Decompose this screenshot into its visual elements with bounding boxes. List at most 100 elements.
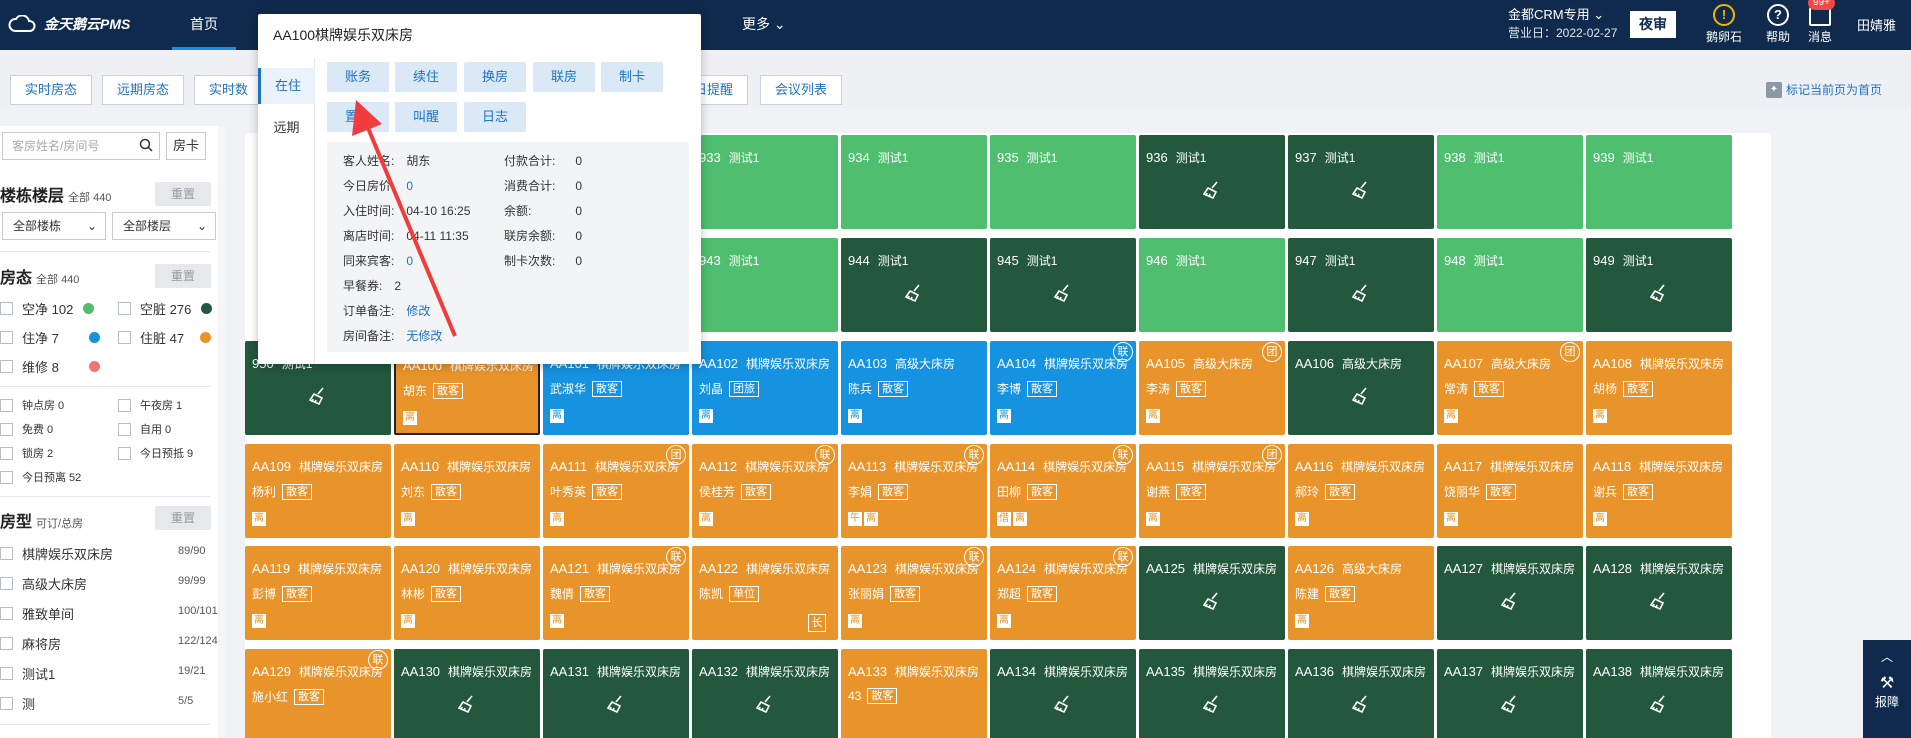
status-vacant-clean[interactable]: 空净 102 — [0, 299, 95, 318]
roomtype-item[interactable]: 测试1 — [0, 664, 55, 683]
checkbox[interactable] — [118, 302, 131, 315]
room-card[interactable]: AA134 棋牌娱乐双床房 — [990, 649, 1136, 738]
brand-logo[interactable]: 金天鹅云PMS — [8, 14, 130, 34]
extend-stay-button[interactable]: 续住 — [395, 62, 457, 92]
room-card[interactable]: AA109 棋牌娱乐双床房 杨利 散客离 — [245, 444, 391, 538]
room-card[interactable]: AA129 棋牌娱乐双床房 施小红 散客 联 — [245, 649, 391, 738]
checkbox[interactable] — [118, 446, 131, 460]
room-remark-edit-link[interactable]: 无修改 — [406, 329, 442, 343]
flag-free[interactable]: 免费 0 — [0, 421, 53, 437]
status-reset-button[interactable]: 重置 — [155, 264, 211, 288]
checkbox[interactable] — [0, 667, 13, 680]
roomtype-item[interactable]: 测 — [0, 694, 35, 713]
checkbox[interactable] — [118, 422, 131, 436]
room-card[interactable]: AA132 棋牌娱乐双床房 — [692, 649, 838, 738]
checkbox[interactable] — [0, 331, 13, 344]
room-card[interactable]: AA114 棋牌娱乐双床房 田柳 散客借离 联 — [990, 444, 1136, 538]
night-audit-button[interactable]: 夜审 — [1630, 11, 1676, 38]
message-button[interactable]: 消息 — [1796, 4, 1844, 45]
room-card[interactable]: AA106 高级大床房 — [1288, 341, 1434, 435]
room-card[interactable]: 939 测试1 — [1586, 135, 1732, 229]
link-room-button[interactable]: 联房 — [533, 62, 595, 92]
roomtype-item[interactable]: 麻将房 — [0, 634, 61, 653]
room-card[interactable]: AA128 棋牌娱乐双床房 — [1586, 546, 1732, 640]
status-vacant-dirty[interactable]: 空脏 276 — [118, 299, 213, 318]
roomtype-item[interactable]: 雅致单间 — [0, 604, 74, 623]
floor-select[interactable]: 全部楼层 ⌄ — [112, 212, 216, 240]
room-card[interactable]: 945 测试1 — [990, 238, 1136, 332]
room-card[interactable]: AA117 棋牌娱乐双床房 饶丽华 散客离 — [1437, 444, 1583, 538]
room-card[interactable]: 936 测试1 — [1139, 135, 1285, 229]
room-card[interactable]: AA121 棋牌娱乐双床房 魏倩 散客离 联 — [543, 546, 689, 640]
room-card[interactable]: 933 测试1 — [692, 135, 838, 229]
status-occupied-dirty[interactable]: 住脏 47 — [118, 328, 212, 347]
room-card[interactable]: AA112 棋牌娱乐双床房 侯桂芳 散客离 联 — [692, 444, 838, 538]
nav-more[interactable]: 更多 ⌄ — [742, 0, 786, 50]
chevron-up-icon[interactable]: ︿ — [1863, 640, 1911, 665]
room-card[interactable]: AA133 棋牌娱乐双床房 43 散客 — [841, 649, 987, 738]
room-card[interactable]: AA108 棋牌娱乐双床房 胡杨 散客离 — [1586, 341, 1732, 435]
search-icon[interactable] — [139, 138, 153, 152]
checkbox[interactable] — [0, 697, 13, 710]
room-card[interactable]: AA127 棋牌娱乐双床房 — [1437, 546, 1583, 640]
room-card[interactable]: AA118 棋牌娱乐双床房 谢兵 散客离 — [1586, 444, 1732, 538]
room-card[interactable]: AA122 棋牌娱乐双床房 陈凯 单位长 — [692, 546, 838, 640]
user-menu[interactable]: 田婧雅 — [1857, 15, 1896, 34]
left-scrollbar[interactable] — [218, 126, 226, 738]
checkbox[interactable] — [0, 470, 13, 484]
room-card[interactable]: AA104 棋牌娱乐双床房 李博 散客离 联 — [990, 341, 1136, 435]
room-card[interactable]: 949 测试1 — [1586, 238, 1732, 332]
room-card[interactable]: AA126 高级大床房 陈建 散客离 — [1288, 546, 1434, 640]
tab-meeting-list[interactable]: 会议列表 — [760, 75, 843, 105]
tab-future[interactable]: 远期 — [258, 110, 315, 146]
room-card[interactable]: 943 测试1 — [692, 238, 838, 332]
flag-departure[interactable]: 今日预离 52 — [0, 469, 81, 485]
building-select[interactable]: 全部楼栋 ⌄ — [2, 212, 106, 240]
room-card[interactable]: 938 测试1 — [1437, 135, 1583, 229]
room-card[interactable]: AA120 棋牌娱乐双床房 林彬 散客离 — [394, 546, 540, 640]
checkbox[interactable] — [0, 637, 13, 650]
tab-future-status[interactable]: 远期房态 — [102, 75, 185, 105]
room-card[interactable]: AA105 高级大床房 李涛 散客离 团 — [1139, 341, 1285, 435]
room-card[interactable]: 935 测试1 — [990, 135, 1136, 229]
room-card[interactable]: 948 测试1 — [1437, 238, 1583, 332]
set-clean-button[interactable]: 置净 — [327, 102, 389, 132]
flag-arrival[interactable]: 今日预抵 9 — [118, 445, 193, 461]
report-helper[interactable]: ︿ ⚒ 报障 — [1863, 640, 1911, 738]
flag-midnight[interactable]: 午夜房 1 — [118, 397, 182, 413]
room-card[interactable]: AA103 高级大床房 陈兵 散客离 — [841, 341, 987, 435]
room-card[interactable]: 934 测试1 — [841, 135, 987, 229]
roomtype-reset-button[interactable]: 重置 — [155, 506, 211, 530]
make-card-button[interactable]: 制卡 — [601, 62, 663, 92]
change-room-button[interactable]: 换房 — [464, 62, 526, 92]
room-card[interactable]: AA138 棋牌娱乐双床房 — [1586, 649, 1732, 738]
room-card[interactable]: AA135 棋牌娱乐双床房 — [1139, 649, 1285, 738]
info-value[interactable]: 0 — [406, 179, 413, 193]
room-card[interactable]: AA116 棋牌娱乐双床房 郝玲 散客离 — [1288, 444, 1434, 538]
room-card[interactable]: AA137 棋牌娱乐双床房 — [1437, 649, 1583, 738]
flag-self-use[interactable]: 自用 0 — [118, 421, 171, 437]
checkbox[interactable] — [0, 547, 13, 560]
room-card[interactable]: AA131 棋牌娱乐双床房 — [543, 649, 689, 738]
room-card[interactable]: AA125 棋牌娱乐双床房 — [1139, 546, 1285, 640]
help-button[interactable]: ? 帮助 — [1754, 4, 1802, 45]
room-card[interactable]: AA123 棋牌娱乐双床房 张丽娟 散客离 联 — [841, 546, 987, 640]
room-card[interactable]: 947 测试1 — [1288, 238, 1434, 332]
room-card[interactable]: AA124 棋牌娱乐双床房 郑超 散客离 联 — [990, 546, 1136, 640]
info-value[interactable]: 0 — [406, 254, 413, 268]
room-card[interactable]: AA107 高级大床房 常涛 散客离 团 — [1437, 341, 1583, 435]
room-card[interactable]: 946 测试1 — [1139, 238, 1285, 332]
tab-realtime-data[interactable]: 实时数 — [194, 75, 264, 105]
search-input[interactable]: 客房姓名/房间号 — [2, 132, 160, 160]
checkbox[interactable] — [0, 398, 13, 412]
tab-realtime-status[interactable]: 实时房态 — [10, 75, 93, 105]
roomtype-item[interactable]: 高级大床房 — [0, 574, 87, 593]
checkbox[interactable] — [0, 422, 13, 436]
status-occupied-clean[interactable]: 住净 7 — [0, 328, 100, 347]
checkbox[interactable] — [0, 302, 13, 315]
room-card-button[interactable]: 房卡 — [166, 132, 206, 160]
flag-locked[interactable]: 锁房 2 — [0, 445, 53, 461]
nav-home[interactable]: 首页 — [172, 0, 236, 50]
flag-hourly[interactable]: 钟点房 0 — [0, 397, 64, 413]
checkbox[interactable] — [0, 577, 13, 590]
